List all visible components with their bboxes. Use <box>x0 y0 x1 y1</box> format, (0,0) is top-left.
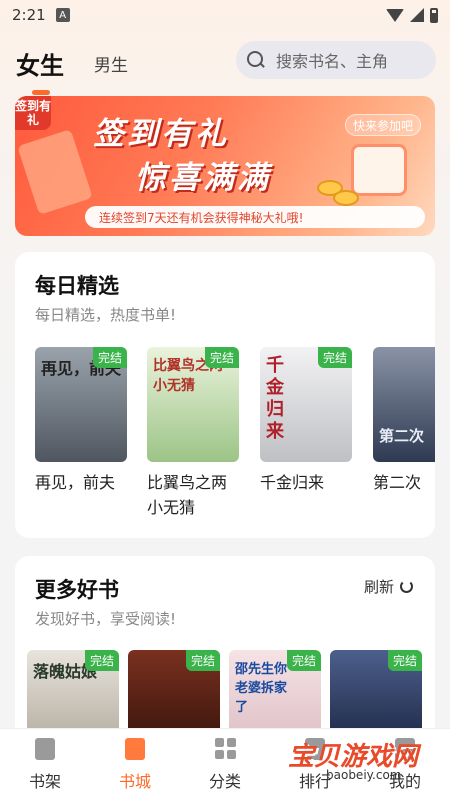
completed-badge: 完结 <box>185 650 220 671</box>
completed-badge: 完结 <box>387 650 422 671</box>
book-cover: 再见，前夫 完结 <box>35 347 127 462</box>
battery-icon <box>430 7 438 23</box>
signal-icon <box>410 8 424 22</box>
status-time: 2:21 <box>12 6 46 24</box>
tab-male[interactable]: 男生 <box>94 51 128 76</box>
daily-picks-card: 每日精选 每日精选，热度书单! 再见，前夫 完结 再见，前夫 比翼鸟之两小无猜 … <box>15 252 435 538</box>
coin-icon <box>333 190 359 206</box>
search-icon <box>246 50 266 70</box>
wifi-icon <box>386 8 404 22</box>
banner-title-line2: 惊喜满满 <box>135 160 271 196</box>
completed-badge: 完结 <box>92 347 127 368</box>
section-subtitle: 每日精选，热度书单! <box>35 306 177 324</box>
category-grid-icon <box>215 737 236 760</box>
bookshelf-icon <box>35 737 55 760</box>
nav-category[interactable]: 分类 <box>185 737 265 792</box>
sign-in-banner[interactable]: 签到有礼 签到有礼 惊喜满满 快来参加吧 连续签到7天还有机会获得神秘大礼哦! <box>15 96 435 236</box>
banner-tag: 签到有礼 <box>15 96 51 130</box>
book-item[interactable]: 千金归来 完结 千金归来 <box>260 347 355 495</box>
vip-card-icon <box>17 129 93 215</box>
section-subtitle: 发现好书，享受阅读! <box>35 610 177 628</box>
nav-label: 书架 <box>28 771 61 791</box>
calendar-gift-icon <box>351 144 407 196</box>
search-placeholder: 搜索书名、主角 <box>276 52 389 71</box>
completed-badge: 完结 <box>204 347 239 368</box>
top-tabs-row: 女生 男生 搜索书名、主角 <box>0 38 450 95</box>
section-title: 每日精选 <box>35 274 119 298</box>
active-tab-indicator <box>32 89 50 95</box>
status-icons <box>386 7 438 23</box>
refresh-icon <box>400 580 413 593</box>
cover-title: 千金归来 <box>266 355 284 442</box>
refresh-label: 刷新 <box>363 578 394 596</box>
book-cover: 第二次 <box>373 347 435 462</box>
status-bar: 2:21 A <box>0 0 450 30</box>
bookstore-icon <box>125 737 145 760</box>
book-title: 千金归来 <box>260 473 325 492</box>
book-item[interactable]: 再见，前夫 完结 再见，前夫 <box>35 347 130 495</box>
book-title: 再见，前夫 <box>35 473 116 492</box>
watermark-url: baobeiy.com <box>326 768 402 782</box>
search-input[interactable]: 搜索书名、主角 <box>236 41 436 79</box>
nav-label: 书城 <box>118 771 151 791</box>
completed-badge: 完结 <box>286 650 321 671</box>
tab-female[interactable]: 女生 <box>16 46 64 95</box>
app-notification-icon: A <box>55 8 70 22</box>
section-title: 更多好书 <box>35 578 119 602</box>
nav-bookshelf[interactable]: 书架 <box>5 737 85 792</box>
banner-title-line1: 签到有礼 <box>93 116 229 152</box>
book-cover: 比翼鸟之两小无猜 完结 <box>147 347 239 462</box>
book-title: 比翼鸟之两小无猜 <box>147 473 228 517</box>
watermark: 宝贝游戏网 baobeiy.com <box>268 734 448 794</box>
completed-badge: 完结 <box>317 347 352 368</box>
nav-bookstore[interactable]: 书城 <box>95 737 175 792</box>
nav-label: 分类 <box>208 771 241 791</box>
banner-join-button[interactable]: 快来参加吧 <box>345 114 421 136</box>
book-item[interactable]: 第二次 第二次 <box>373 347 435 495</box>
cover-title: 第二次 <box>379 427 425 445</box>
tab-female-label: 女生 <box>16 51 64 80</box>
banner-description: 连续签到7天还有机会获得神秘大礼哦! <box>85 206 425 228</box>
refresh-button[interactable]: 刷新 <box>364 576 413 597</box>
book-title: 第二次 <box>373 473 422 492</box>
book-item[interactable]: 比翼鸟之两小无猜 完结 比翼鸟之两小无猜 <box>147 347 242 520</box>
book-cover: 千金归来 完结 <box>260 347 352 462</box>
completed-badge: 完结 <box>84 650 119 671</box>
